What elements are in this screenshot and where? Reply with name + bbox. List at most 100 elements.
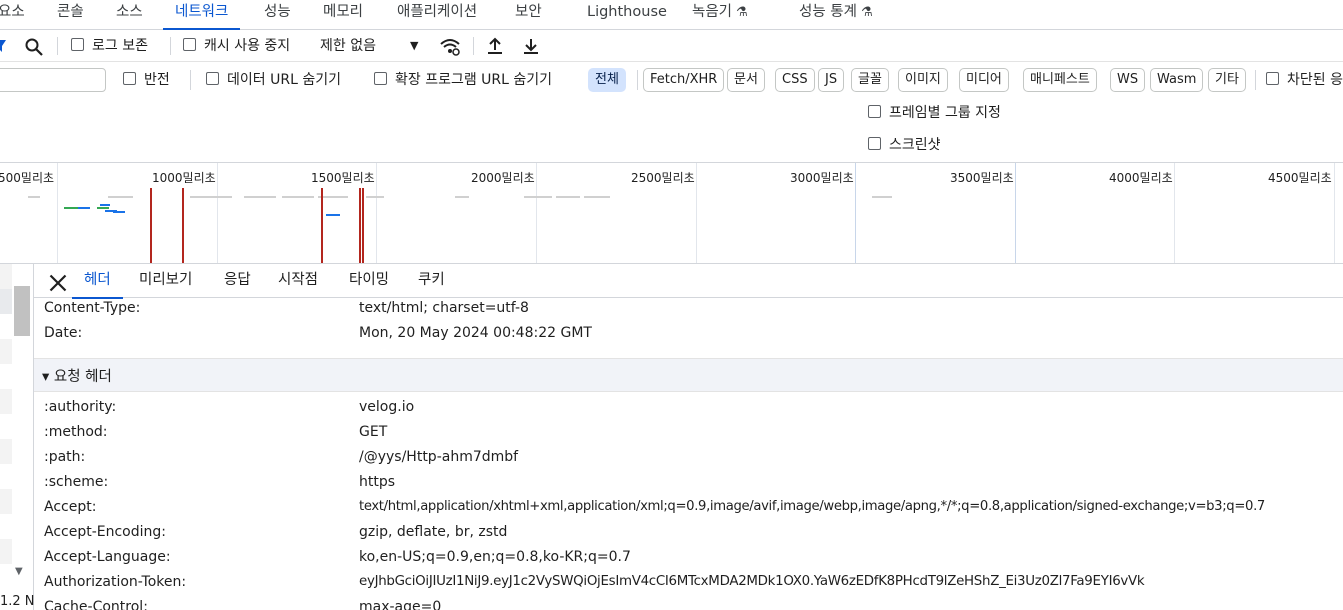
type-filter-font[interactable]: 글꼴	[851, 68, 889, 92]
upload-icon[interactable]	[486, 37, 504, 55]
tab-initiator[interactable]: 시작점	[278, 264, 318, 298]
header-name: Cache-Control:	[44, 599, 148, 610]
flask-icon: ⚗	[736, 5, 748, 20]
blocked-requests-checkbox[interactable]: 차단된 응	[1266, 63, 1343, 97]
screenshots-checkbox[interactable]: 스크린샷	[868, 134, 941, 156]
header-value: text/html,application/xhtml+xml,applicat…	[359, 499, 1265, 514]
grid-line	[57, 163, 58, 263]
grid-line	[1174, 163, 1175, 263]
hide-extension-urls-label: 확장 프로그램 URL 숨기기	[395, 72, 553, 88]
dropdown-arrow-icon: ▼	[410, 39, 419, 52]
hide-extension-urls-checkbox[interactable]: 확장 프로그램 URL 숨기기	[374, 63, 552, 97]
tab-preview[interactable]: 미리보기	[139, 264, 192, 298]
blocked-requests-label: 차단된 응	[1287, 72, 1343, 88]
type-filter-other[interactable]: 기타	[1208, 68, 1246, 92]
tab-sources[interactable]: 소스	[116, 0, 143, 30]
tab-timing[interactable]: 타이밍	[349, 264, 389, 298]
tab-application[interactable]: 애플리케이션	[397, 0, 477, 30]
request-row[interactable]	[0, 289, 12, 314]
type-filter-img[interactable]: 이미지	[898, 68, 948, 92]
search-icon[interactable]	[24, 37, 44, 57]
type-filter-manifest[interactable]: 매니페스트	[1023, 68, 1097, 92]
request-bar	[244, 196, 276, 198]
checkbox-box	[374, 72, 387, 85]
request-row[interactable]	[0, 514, 12, 539]
type-filter-wasm[interactable]: Wasm	[1150, 68, 1204, 92]
request-row[interactable]	[0, 339, 12, 364]
type-filter-css[interactable]: CSS	[775, 68, 815, 92]
tick-label: 2000밀리초	[471, 171, 535, 185]
invert-checkbox[interactable]: 반전	[123, 63, 170, 97]
request-bar	[524, 196, 552, 198]
tick-label: 2500밀리초	[631, 171, 695, 185]
type-filter-fetch-xhr[interactable]: Fetch/XHR	[643, 68, 725, 92]
filter-icon[interactable]	[0, 39, 8, 53]
type-filter-ws[interactable]: WS	[1110, 68, 1146, 92]
scrollbar-thumb[interactable]	[14, 286, 30, 336]
tab-performance[interactable]: 성능	[264, 0, 291, 30]
tab-security[interactable]: 보안	[515, 0, 542, 30]
tick-label: 500밀리초	[0, 171, 55, 185]
request-row[interactable]	[0, 314, 12, 339]
request-bar	[28, 196, 40, 198]
header-name: :path:	[44, 449, 86, 465]
header-value: eyJhbGciOiJIUzI1NiJ9.eyJ1c2VySWQiOjEsImV…	[359, 574, 1145, 589]
request-row[interactable]	[0, 389, 12, 414]
tab-recorder[interactable]: 녹음기 ⚗	[692, 0, 748, 30]
type-filter-media[interactable]: 미디어	[959, 68, 1009, 92]
load-event-marker	[359, 188, 361, 263]
devtools-panel-tabs: 요소 콘솔 소스 네트워크 성능 메모리 애플리케이션 보안 Lighthous…	[0, 0, 1343, 30]
tab-memory[interactable]: 메모리	[323, 0, 363, 30]
checkbox-box	[868, 137, 881, 150]
request-headers-title[interactable]: ▾ 요청 헤더	[42, 365, 112, 386]
grid-line	[217, 163, 218, 263]
tab-elements[interactable]: 요소	[0, 0, 25, 30]
tab-cookies[interactable]: 쿠키	[418, 264, 445, 298]
header-value: max-age=0	[359, 599, 442, 610]
request-row[interactable]	[0, 364, 12, 389]
throttling-select[interactable]: 제한 없음 ▼	[320, 30, 418, 62]
request-row[interactable]	[0, 414, 12, 439]
group-by-frame-label: 프레임별 그룹 지정	[889, 105, 1001, 121]
filter-input[interactable]	[0, 68, 106, 92]
tab-lighthouse[interactable]: Lighthouse	[587, 0, 667, 30]
grid-line	[1015, 163, 1016, 263]
request-row[interactable]	[0, 564, 12, 589]
request-bar	[872, 196, 892, 198]
network-conditions-icon[interactable]	[439, 37, 461, 57]
request-list-pane[interactable]: ▼ 1.2 N	[0, 264, 35, 610]
grid-line	[855, 163, 856, 263]
network-overview-timeline[interactable]: 500밀리초 1000밀리초 1500밀리초 2000밀리초 2500밀리초 3…	[0, 162, 1343, 264]
grid-line	[696, 163, 697, 263]
tab-headers[interactable]: 헤더	[72, 264, 123, 299]
close-icon[interactable]	[48, 273, 68, 293]
request-row[interactable]	[0, 464, 12, 489]
request-bar	[97, 207, 109, 209]
request-bar	[113, 211, 125, 213]
request-summary-status: 1.2 N	[0, 594, 35, 609]
tab-network[interactable]: 네트워크	[162, 0, 241, 30]
type-filter-js[interactable]: JS	[818, 68, 845, 92]
type-filter-all[interactable]: 전체	[588, 68, 626, 92]
request-row[interactable]	[0, 439, 12, 464]
hide-data-urls-checkbox[interactable]: 데이터 URL 숨기기	[206, 63, 341, 97]
tab-response[interactable]: 응답	[224, 264, 251, 298]
tab-console[interactable]: 콘솔	[57, 0, 84, 30]
scroll-down-arrow-icon[interactable]: ▼	[15, 566, 23, 577]
disable-cache-checkbox[interactable]: 캐시 사용 중지	[183, 30, 290, 62]
download-icon[interactable]	[522, 37, 540, 55]
header-value: /@yys/Http-ahm7dmbf	[359, 449, 519, 465]
request-row[interactable]	[0, 489, 12, 514]
tick-label: 1000밀리초	[152, 171, 216, 185]
request-row[interactable]	[0, 539, 12, 564]
request-row[interactable]	[0, 264, 12, 289]
preserve-log-checkbox[interactable]: 로그 보존	[71, 30, 148, 62]
header-name: Content-Type:	[44, 300, 141, 316]
tab-performance-insights[interactable]: 성능 통계 ⚗	[799, 0, 873, 30]
type-filter-doc[interactable]: 문서	[727, 68, 765, 92]
group-by-frame-checkbox[interactable]: 프레임별 그룹 지정	[868, 102, 1001, 124]
request-headers-section[interactable]: ▾ 요청 헤더	[34, 358, 1343, 392]
grid-line	[536, 163, 537, 263]
header-name: :authority:	[44, 399, 117, 415]
tab-performance-insights-label: 성능 통계	[799, 4, 857, 20]
